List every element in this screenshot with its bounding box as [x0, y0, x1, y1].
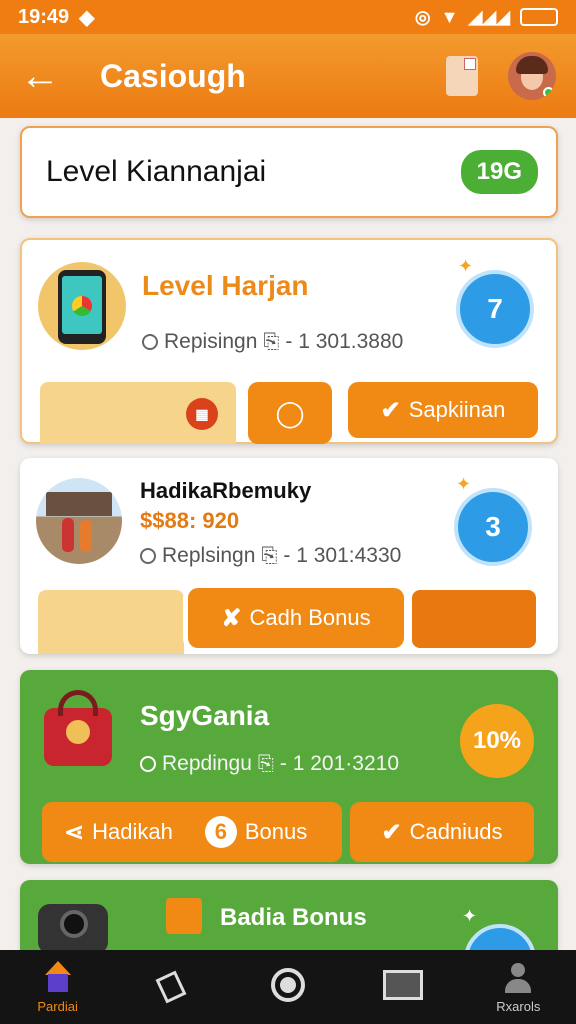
nav-home[interactable]: Pardiai	[18, 952, 98, 1022]
gift-icon[interactable]: ▦	[186, 398, 218, 430]
profile-icon	[501, 961, 535, 995]
count-badge	[464, 924, 536, 950]
hadikah-bonus-button[interactable]: ⋖ Hadikah 6 Bonus	[42, 802, 342, 862]
game-card-1[interactable]: Level Harjan Repisingn ⎘ - 1 301.3880 ✦ …	[20, 238, 558, 444]
nav-label: Rxarols	[496, 998, 541, 1014]
level-title: Level Kiannanjai	[46, 155, 267, 188]
clock-icon	[140, 548, 156, 564]
count-badge: 7	[456, 270, 534, 348]
game-card-2[interactable]: HadikaRbemuky $$88: 920 Replsingn ⎘ - 1 …	[20, 458, 558, 654]
game-card-3[interactable]: SgyGania Repdingu ⎘ - 1 201·3210 10% ⋖ H…	[20, 670, 558, 864]
signal-icon: ◢◢◢	[468, 6, 510, 27]
notification-icon: ◆	[79, 6, 95, 29]
percent-badge: 10%	[460, 704, 534, 778]
level-badge: 19G	[460, 150, 538, 194]
orange-panel	[412, 590, 536, 648]
card-meta: Repisingn ⎘ - 1 301.3880	[142, 330, 403, 354]
card-title: HadikaRbemuky	[140, 478, 312, 503]
chat-icon: ◯	[275, 397, 305, 428]
card-meta: Replsingn ⎘ - 1 301:4330	[140, 544, 401, 568]
card-footer-panel	[38, 590, 184, 654]
app-bar: ← Casiough	[0, 34, 576, 118]
bag-icon	[36, 686, 120, 770]
sparkle-icon: ✦	[462, 906, 478, 926]
cadniuds-button[interactable]: ✔ Cadniuds	[350, 802, 534, 862]
cadh-bonus-button[interactable]: ✘ Cadh Bonus	[188, 588, 404, 648]
meta-value: - 1 301:4330	[283, 544, 402, 567]
game-card-4[interactable]: Badia Bonus ✦	[20, 880, 558, 950]
clock-icon	[140, 756, 156, 772]
people-thumbnail	[36, 478, 122, 564]
page-title: Casiough	[100, 57, 246, 94]
sapkiinan-button[interactable]: ✔ Sapkiinan	[348, 382, 538, 438]
clipboard-icon: ⎘	[257, 752, 274, 775]
hammer-icon: ✘	[221, 604, 242, 632]
nav-label: Pardiai	[37, 998, 78, 1014]
button-label: Hadikah	[92, 819, 173, 844]
meta-label: Repisingn	[164, 330, 258, 353]
card-meta: Repdingu ⎘ - 1 201·3210	[140, 752, 399, 776]
card-title: Badia Bonus	[220, 904, 367, 931]
battery-icon	[520, 8, 558, 26]
nav-cards[interactable]	[133, 952, 213, 1022]
check-icon: ✔	[380, 396, 401, 424]
count-badge: 3	[454, 488, 532, 566]
chat-button[interactable]: ◯	[248, 382, 332, 444]
meta-value: - 1 301.3880	[285, 330, 404, 353]
sparkle-icon: ✦	[456, 474, 472, 494]
button-label: Cadniuds	[409, 819, 503, 844]
meta-value: - 1 201·3210	[279, 752, 399, 775]
back-arrow-icon[interactable]: ←	[20, 56, 60, 96]
card-title: SgyGania	[140, 700, 270, 731]
nav-center[interactable]	[248, 952, 328, 1022]
gift-box-icon	[166, 898, 202, 934]
status-time: 19:49	[18, 5, 70, 28]
clipboard-icon: ⎘	[261, 544, 278, 567]
camera-icon	[38, 904, 108, 950]
level-card: Level Kiannanjai 19G	[20, 126, 558, 218]
card-title: Level Harjan	[142, 270, 309, 301]
cards-icon	[155, 968, 190, 1004]
wifi-icon: ▼	[440, 6, 459, 27]
meta-label: Repdingu	[162, 752, 252, 775]
check-icon: ✔	[381, 818, 402, 846]
status-bar: 19:49 ◆ ◎ ▼ ◢◢◢	[0, 0, 576, 34]
card-amount: $$88: 920	[140, 508, 240, 533]
sparkle-icon: ✦	[458, 256, 474, 276]
bonus-icon: 6	[204, 816, 237, 848]
avatar[interactable]	[508, 52, 556, 100]
meta-label: Replsingn	[162, 544, 256, 567]
clock-icon	[142, 334, 158, 350]
button-label: Sapkiinan	[408, 397, 506, 422]
bonus-label: Bonus	[244, 819, 308, 844]
nav-profile[interactable]: Rxarols	[478, 952, 558, 1022]
share-icon: ⋖	[64, 818, 85, 846]
nav-box[interactable]	[363, 952, 443, 1022]
clipboard-icon: ⎘	[263, 330, 280, 353]
alarm-icon: ◎	[414, 6, 431, 27]
circle-icon	[270, 968, 305, 1002]
wallet-icon[interactable]	[446, 56, 478, 96]
box-icon	[383, 970, 424, 1000]
bottom-nav: Pardiai Rxarols	[0, 950, 576, 1024]
phone-thumbnail	[38, 262, 126, 350]
home-icon	[41, 960, 75, 995]
button-label: Cadh Bonus	[249, 605, 371, 630]
online-dot-icon	[543, 87, 554, 98]
